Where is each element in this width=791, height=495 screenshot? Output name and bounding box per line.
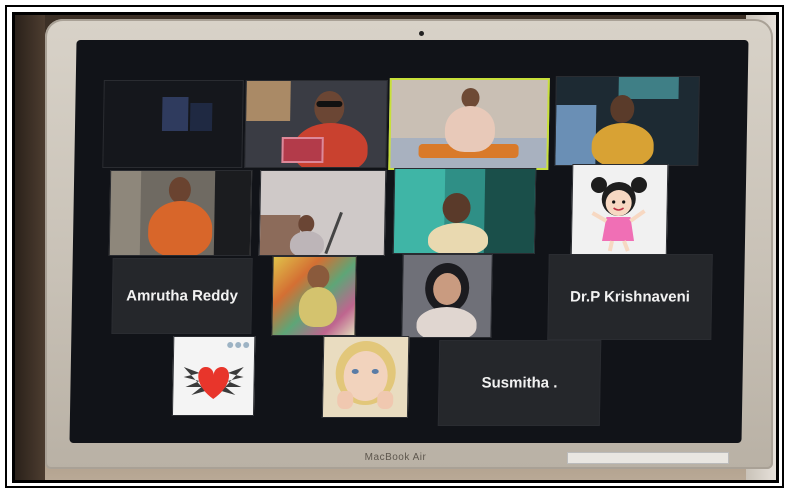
participant-body [298, 287, 338, 327]
participant-head [461, 88, 480, 108]
participant-body [427, 223, 489, 254]
participant-name-tile-2[interactable]: Dr.P Krishnaveni [547, 254, 713, 340]
participant-head [610, 95, 635, 123]
participant-video-tile-6[interactable] [258, 170, 387, 256]
participant-head [314, 91, 345, 125]
child-hand [377, 391, 394, 409]
participant-video-tile-10[interactable] [401, 254, 493, 338]
participant-avatar-tile-8[interactable] [570, 164, 669, 256]
participant-avatar-tile-11[interactable] [171, 336, 256, 416]
child-hand [337, 391, 354, 409]
participant-head [442, 193, 471, 223]
held-phone [281, 137, 324, 163]
active-speaker-video-tile[interactable] [388, 78, 550, 170]
background-frame [246, 81, 291, 121]
background-stand [324, 211, 343, 255]
sunglasses [316, 101, 343, 107]
laptop-brand-label: MacBook Air [364, 452, 427, 463]
video-call-screen: Amrutha Reddy Dr.P Krishnaveni Susmitha … [69, 40, 749, 443]
background-left [15, 15, 45, 480]
participant-head [168, 177, 192, 203]
window-light [189, 103, 213, 131]
background-window [555, 105, 597, 165]
cartoon-girl-avatar [590, 177, 647, 252]
participant-body [444, 106, 496, 152]
background-door [213, 171, 252, 255]
participant-video-tile-9[interactable] [271, 256, 357, 336]
webcam-icon [419, 31, 424, 36]
participant-name-tile-1[interactable]: Amrutha Reddy [111, 258, 253, 334]
participant-avatar-tile-12[interactable] [321, 336, 410, 418]
participant-video-tile-1[interactable] [102, 80, 244, 168]
participant-name-label: Dr.P Krishnaveni [569, 288, 691, 306]
participant-body [147, 201, 213, 256]
participant-video-tile-2[interactable] [244, 80, 388, 168]
participant-video-tile-7[interactable] [392, 168, 537, 254]
participant-body [591, 123, 655, 166]
participant-body [289, 231, 325, 256]
winged-heart-icon [183, 342, 250, 399]
participant-video-tile-4[interactable] [554, 76, 700, 166]
background-wall [109, 171, 142, 255]
participant-body [416, 307, 477, 338]
photo-frame: Amrutha Reddy Dr.P Krishnaveni Susmitha … [12, 12, 779, 483]
participant-name-tile-3[interactable]: Susmitha . [437, 340, 602, 426]
participant-name-label: Susmitha . [481, 374, 558, 392]
participant-video-tile-5[interactable] [108, 170, 253, 256]
participant-name-label: Amrutha Reddy [126, 287, 239, 305]
window-light [161, 97, 189, 131]
background-plant [483, 169, 536, 253]
